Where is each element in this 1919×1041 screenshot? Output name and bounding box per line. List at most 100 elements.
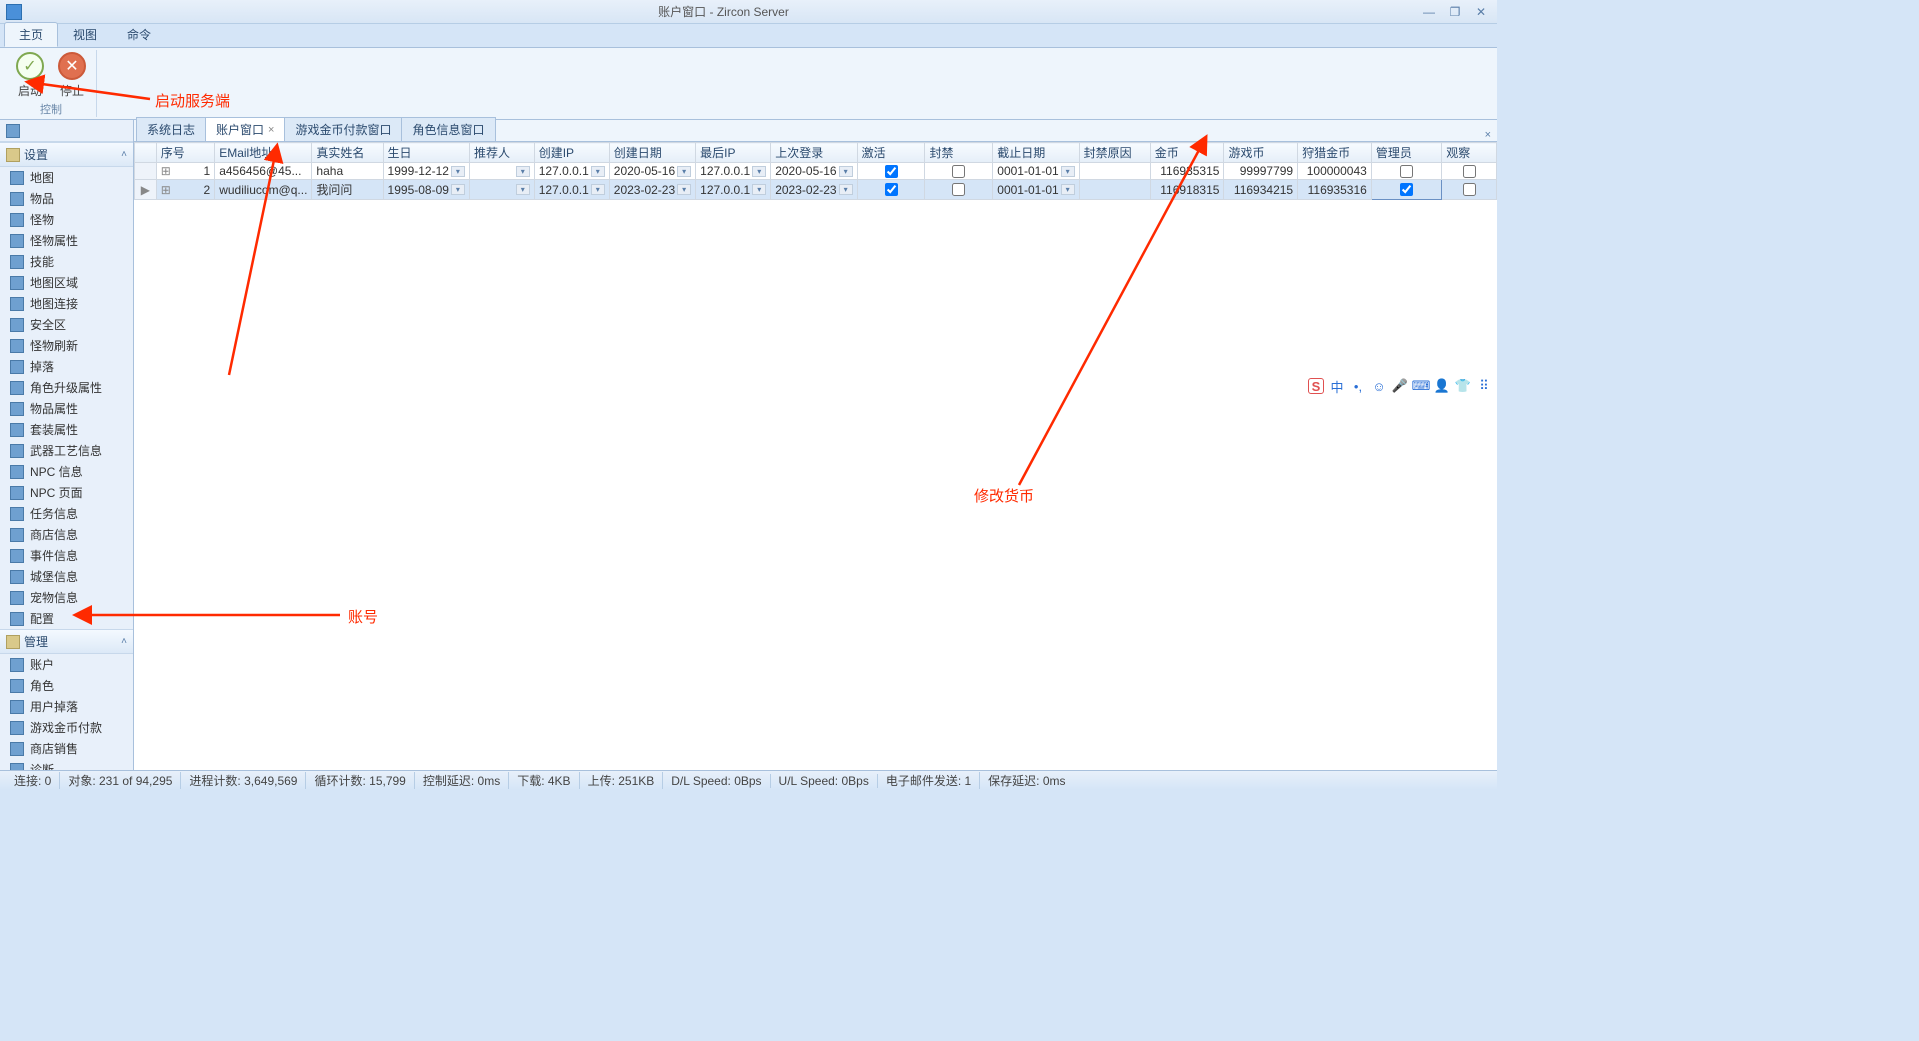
doc-tab[interactable]: 游戏金币付款窗口 xyxy=(284,117,402,141)
cell-create_ip[interactable]: 127.0.0.1▾ xyxy=(534,163,609,180)
dropdown-icon[interactable]: ▾ xyxy=(677,166,691,177)
ime-emoji-icon[interactable]: ☺ xyxy=(1371,378,1387,394)
sidebar-group-header[interactable]: 设置˄ xyxy=(0,142,133,167)
cell-create_date[interactable]: 2023-02-23▾ xyxy=(609,180,695,200)
dropdown-icon[interactable]: ▾ xyxy=(839,166,853,177)
sidebar-item[interactable]: 商店销售 xyxy=(0,738,133,759)
sidebar-item[interactable]: 怪物 xyxy=(0,209,133,230)
sidebar-item[interactable]: 怪物属性 xyxy=(0,230,133,251)
cell-gold[interactable]: 116918315 xyxy=(1150,180,1224,200)
checkbox[interactable] xyxy=(1400,183,1413,196)
sidebar-item[interactable]: 武器工艺信息 xyxy=(0,440,133,461)
sidebar-item[interactable]: 角色升级属性 xyxy=(0,377,133,398)
doc-tab[interactable]: 账户窗口× xyxy=(205,117,285,141)
sidebar-item[interactable]: 用户掉落 xyxy=(0,696,133,717)
sidebar-item[interactable]: NPC 页面 xyxy=(0,482,133,503)
column-header[interactable] xyxy=(135,143,157,163)
dropdown-icon[interactable]: ▾ xyxy=(839,184,853,195)
sidebar-item[interactable]: 诊断 xyxy=(0,759,133,770)
column-header[interactable]: 截止日期 xyxy=(993,143,1079,163)
sidebar-item[interactable]: 城堡信息 xyxy=(0,566,133,587)
cell-last_ip[interactable]: 127.0.0.1▾ xyxy=(696,163,771,180)
dropdown-icon[interactable]: ▾ xyxy=(752,166,766,177)
menu-tab-1[interactable]: 视图 xyxy=(58,22,112,47)
ime-punct-icon[interactable]: •, xyxy=(1350,378,1366,394)
sidebar-item[interactable]: 配置 xyxy=(0,608,133,629)
column-header[interactable]: 封禁原因 xyxy=(1079,143,1150,163)
sidebar-item[interactable]: 宠物信息 xyxy=(0,587,133,608)
column-header[interactable]: 封禁 xyxy=(925,143,993,163)
menu-tab-2[interactable]: 命令 xyxy=(112,22,166,47)
sidebar-item[interactable]: 事件信息 xyxy=(0,545,133,566)
cell-activated[interactable] xyxy=(857,180,925,200)
ime-toolbar[interactable]: S 中 •, ☺ 🎤 ⌨ 👤 👕 ⠿ xyxy=(1306,376,1494,396)
column-header[interactable]: 创建日期 xyxy=(609,143,695,163)
cell-referrer[interactable]: ▾ xyxy=(469,180,534,200)
cell-hdr[interactable] xyxy=(135,163,157,180)
sidebar-group-header[interactable]: 管理˄ xyxy=(0,629,133,654)
checkbox[interactable] xyxy=(885,183,898,196)
cell-seq[interactable]: ⊞2 xyxy=(156,180,214,200)
menu-tab-0[interactable]: 主页 xyxy=(4,22,58,47)
cell-last_login[interactable]: 2020-05-16▾ xyxy=(771,163,857,180)
column-header[interactable]: EMail地址 xyxy=(215,143,312,163)
cell-admin[interactable] xyxy=(1371,180,1441,200)
cell-create_ip[interactable]: 127.0.0.1▾ xyxy=(534,180,609,200)
cell-game_coin[interactable]: 116934215 xyxy=(1224,180,1298,200)
cell-hunt_gold[interactable]: 116935316 xyxy=(1298,180,1372,200)
column-header[interactable]: 激活 xyxy=(857,143,925,163)
cell-game_coin[interactable]: 99997799 xyxy=(1224,163,1298,180)
close-button[interactable]: ✕ xyxy=(1471,5,1491,19)
ime-keyboard-icon[interactable]: ⌨ xyxy=(1413,378,1429,394)
sidebar-item[interactable]: 地图 xyxy=(0,167,133,188)
start-button[interactable]: ✓ 启动 xyxy=(12,52,48,99)
cell-observe[interactable] xyxy=(1442,163,1497,180)
dropdown-icon[interactable]: ▾ xyxy=(516,184,530,195)
cell-hdr[interactable]: ▶ xyxy=(135,180,157,200)
stop-button[interactable]: ✕ 停止 xyxy=(54,52,90,99)
checkbox[interactable] xyxy=(952,183,965,196)
cell-birthday[interactable]: 1995-08-09▾ xyxy=(383,180,469,200)
cell-realname[interactable]: haha xyxy=(312,163,383,180)
cell-last_login[interactable]: 2023-02-23▾ xyxy=(771,180,857,200)
minimize-button[interactable]: — xyxy=(1419,5,1439,19)
cell-ban_reason[interactable] xyxy=(1079,163,1150,180)
checkbox[interactable] xyxy=(1463,183,1476,196)
cell-banned[interactable] xyxy=(925,180,993,200)
dropdown-icon[interactable]: ▾ xyxy=(451,166,465,177)
dropdown-icon[interactable]: ▾ xyxy=(516,166,530,177)
maximize-button[interactable]: ❐ xyxy=(1445,5,1465,19)
column-header[interactable]: 游戏币 xyxy=(1224,143,1298,163)
cell-activated[interactable] xyxy=(857,163,925,180)
column-header[interactable]: 狩猎金币 xyxy=(1298,143,1372,163)
dropdown-icon[interactable]: ▾ xyxy=(451,184,465,195)
dropdown-icon[interactable]: ▾ xyxy=(1061,184,1075,195)
column-header[interactable]: 管理员 xyxy=(1371,143,1441,163)
dropdown-icon[interactable]: ▾ xyxy=(1061,166,1075,177)
checkbox[interactable] xyxy=(885,165,898,178)
cell-gold[interactable]: 116935315 xyxy=(1150,163,1224,180)
column-header[interactable]: 金币 xyxy=(1150,143,1224,163)
cell-email[interactable]: a456456@45... xyxy=(215,163,312,180)
cell-referrer[interactable]: ▾ xyxy=(469,163,534,180)
sidebar-item[interactable]: 商店信息 xyxy=(0,524,133,545)
cell-email[interactable]: wudiliucom@q... xyxy=(215,180,312,200)
column-header[interactable]: 真实姓名 xyxy=(312,143,383,163)
cell-admin[interactable] xyxy=(1371,163,1441,180)
cell-ban_reason[interactable] xyxy=(1079,180,1150,200)
ime-skin-icon[interactable]: 👕 xyxy=(1455,378,1471,394)
column-header[interactable]: 生日 xyxy=(383,143,469,163)
sidebar-item[interactable]: 角色 xyxy=(0,675,133,696)
column-header[interactable]: 观察 xyxy=(1442,143,1497,163)
ime-zh-icon[interactable]: 中 xyxy=(1329,378,1345,394)
sidebar-item[interactable]: 怪物刷新 xyxy=(0,335,133,356)
cell-banned[interactable] xyxy=(925,163,993,180)
dropdown-icon[interactable]: ▾ xyxy=(677,184,691,195)
column-header[interactable]: 上次登录 xyxy=(771,143,857,163)
cell-until[interactable]: 0001-01-01▾ xyxy=(993,180,1079,200)
checkbox[interactable] xyxy=(1400,165,1413,178)
doc-tabs-close-all[interactable]: × xyxy=(1479,129,1497,141)
sidebar-item[interactable]: 物品属性 xyxy=(0,398,133,419)
doc-tab[interactable]: 角色信息窗口 xyxy=(401,117,495,141)
accounts-grid[interactable]: 序号EMail地址真实姓名生日推荐人创建IP创建日期最后IP上次登录激活封禁截止… xyxy=(134,142,1497,200)
